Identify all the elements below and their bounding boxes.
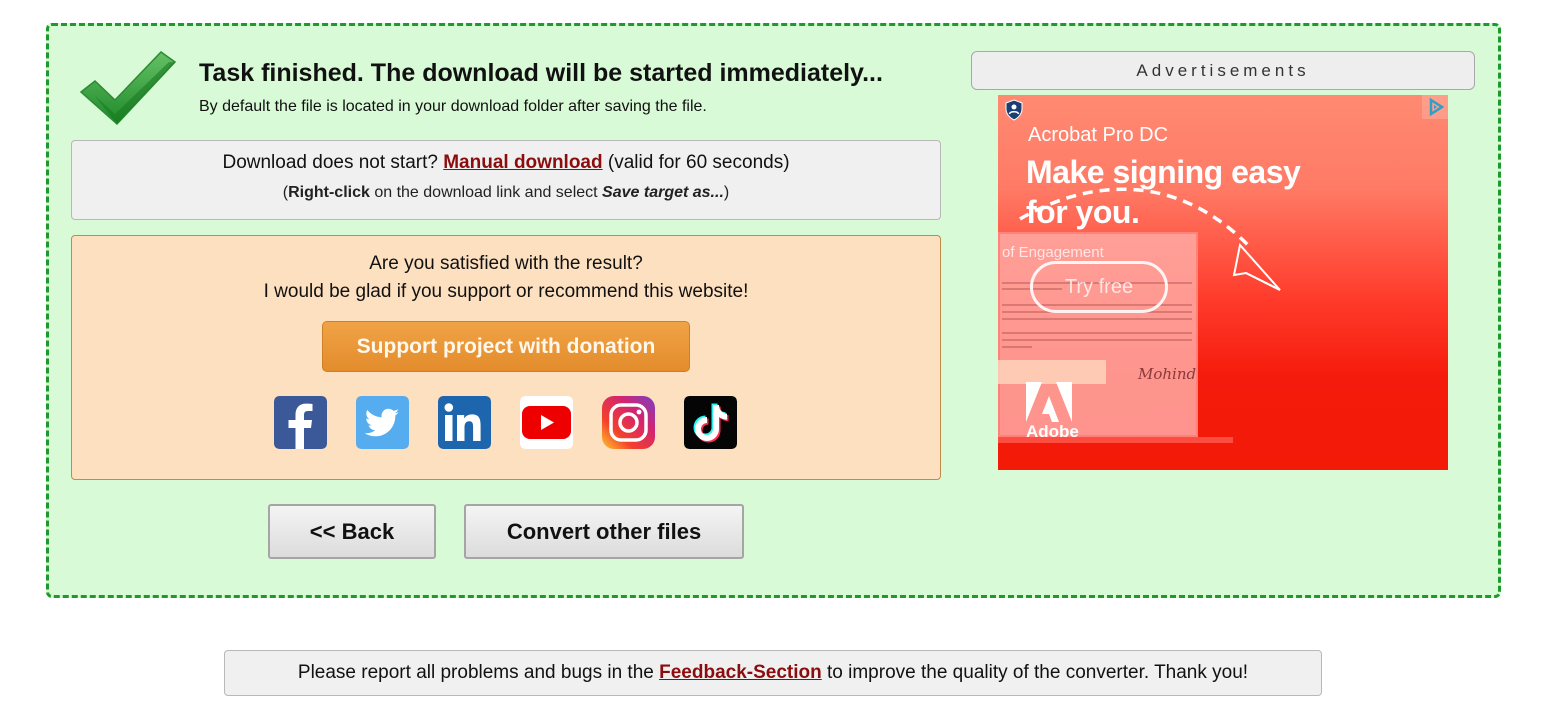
ad-choices-icon [1429,97,1445,117]
ad-headline-line2: for you. [1026,194,1140,230]
linkedin-icon [438,396,491,449]
ad-headline: Make signing easy for you. [1026,152,1301,232]
hint-right-click: Right-click [288,184,370,201]
ad-doc-line [1002,332,1192,334]
manual-download-prefix: Download does not start? [222,152,444,173]
manual-download-link[interactable]: Manual download [443,152,602,173]
donate-button[interactable]: Support project with donation [322,321,690,372]
result-panel: Task finished. The download will be star… [46,23,1501,598]
ad-doc-line [1002,318,1192,320]
ad-doc-line [1002,339,1192,341]
feedback-notice: Please report all problems and bugs in t… [224,650,1322,696]
ad-doc-line [1002,346,1032,348]
ad-doc-field [998,360,1106,384]
hint-close: ) [723,184,730,201]
ad-choices-button[interactable] [1422,95,1448,119]
back-button[interactable]: << Back [268,504,436,559]
feedback-suffix: to improve the quality of the converter.… [821,662,1249,683]
support-question: Are you satisfied with the result? [369,253,643,274]
manual-download-hint: (Right-click on the download link and se… [72,184,940,202]
checkmark-icon [79,51,177,126]
youtube-icon [520,396,573,449]
privacy-shield-icon[interactable] [1004,99,1024,121]
tiktok-link[interactable] [684,396,737,449]
hint-save-target: Save target as... [602,184,724,201]
linkedin-link[interactable] [438,396,491,449]
ad-signature: Mohind [1138,365,1197,383]
ad-product-name: Acrobat Pro DC [1028,124,1169,146]
status-subtitle: By default the file is located in your d… [199,98,707,115]
ad-try-free-button[interactable]: Try free [1030,261,1168,313]
manual-download-suffix: (valid for 60 seconds) [602,152,790,173]
instagram-link[interactable] [602,396,655,449]
instagram-icon [602,396,655,449]
twitter-link[interactable] [356,396,409,449]
status-title: Task finished. The download will be star… [199,59,883,87]
facebook-icon [274,396,327,449]
ad-brand: Adobe [1026,422,1079,441]
support-request: I would be glad if you support or recomm… [263,281,749,302]
tiktok-icon [684,396,737,449]
adobe-logo-icon [1026,382,1072,422]
twitter-icon [356,396,409,449]
hint-middle: on the download link and select [369,184,603,201]
manual-download-line: Download does not start? Manual download… [72,152,940,174]
youtube-link[interactable] [520,396,573,449]
manual-download-box: Download does not start? Manual download… [71,140,941,220]
ad-doc-title: of Engagement [1002,244,1104,261]
advertisement-banner[interactable]: of Engagement Mohind Acrobat Pro DC Make… [998,95,1448,470]
facebook-link[interactable] [274,396,327,449]
advertisements-header: Advertisements [971,51,1475,90]
support-box: Are you satisfied with the result? I wou… [71,235,941,480]
convert-other-files-button[interactable]: Convert other files [464,504,744,559]
feedback-prefix: Please report all problems and bugs in t… [297,662,660,683]
ad-headline-line1: Make signing easy [1026,154,1301,190]
feedback-section-link[interactable]: Feedback-Section [659,662,822,683]
